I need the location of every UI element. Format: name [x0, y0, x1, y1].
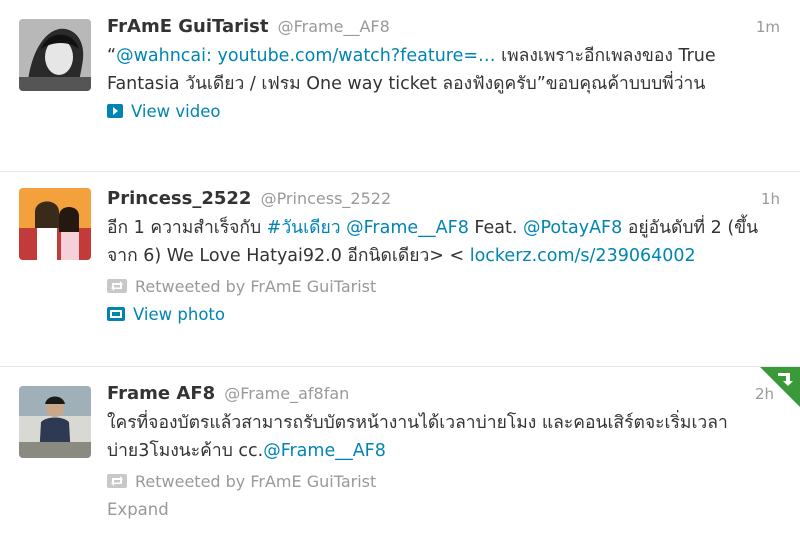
tweet-text-part: อีก 1 ความสำเร็จกับ	[107, 218, 267, 238]
fullname[interactable]: FrAmE GuiTarist	[107, 16, 269, 37]
video-icon	[107, 99, 123, 127]
retweet-context: Retweeted by FrAmE GuiTarist	[107, 273, 780, 301]
username[interactable]: @Frame_af8fan	[224, 384, 349, 403]
tweet-header: FrAmE GuiTarist @Frame__AF8 1m	[107, 14, 780, 40]
tweet-text: “@wahncai: youtube.com/watch?feature=… เ…	[107, 42, 780, 98]
url-link[interactable]: lockerz.com/s/239064002	[470, 246, 696, 266]
retweet-icon	[107, 274, 127, 302]
tweet-header: Frame AF8 @Frame_af8fan 2h	[107, 381, 780, 407]
mention-link[interactable]: @Frame__AF8	[263, 441, 386, 461]
tweet-content: Princess_2522 @Princess_2522 1h อีก 1 คว…	[107, 186, 780, 329]
tweet-header: Princess_2522 @Princess_2522 1h	[107, 186, 780, 212]
tweet-text: ใครที่จองบัตรแล้วสามารถรับบัตรหน้างานได้…	[107, 409, 780, 465]
retweeted-corner-icon	[760, 367, 800, 407]
mention-link[interactable]: @Frame__AF8	[346, 218, 469, 238]
open-quote: “	[107, 46, 117, 66]
retweeted-by[interactable]: Retweeted by FrAmE GuiTarist	[135, 277, 376, 296]
tweet-item[interactable]: FrAmE GuiTarist @Frame__AF8 1m “@wahncai…	[0, 0, 800, 172]
username[interactable]: @Princess_2522	[261, 189, 392, 208]
timeline: FrAmE GuiTarist @Frame__AF8 1m “@wahncai…	[0, 0, 800, 535]
photo-icon	[107, 302, 125, 330]
tweet-link[interactable]: @wahncai: youtube.com/watch?feature=…	[116, 46, 495, 66]
fullname[interactable]: Princess_2522	[107, 188, 251, 209]
timestamp[interactable]: 1m	[756, 14, 780, 40]
hashtag-link[interactable]: #วันเดียว	[267, 218, 341, 238]
view-photo-link[interactable]: View photo	[107, 301, 780, 329]
view-video-label[interactable]: View video	[131, 102, 220, 121]
expand-link[interactable]: Expand	[107, 496, 780, 524]
username[interactable]: @Frame__AF8	[278, 17, 390, 36]
avatar[interactable]	[19, 188, 91, 260]
tweet-content: Frame AF8 @Frame_af8fan 2h ใครที่จองบัตร…	[107, 381, 780, 524]
tweet-text-body: ใครที่จองบัตรแล้วสามารถรับบัตรหน้างานได้…	[107, 413, 728, 461]
view-photo-label[interactable]: View photo	[133, 305, 225, 324]
tweet-item[interactable]: Frame AF8 @Frame_af8fan 2h ใครที่จองบัตร…	[0, 367, 800, 535]
avatar[interactable]	[19, 19, 91, 91]
avatar[interactable]	[19, 386, 91, 458]
retweet-context: Retweeted by FrAmE GuiTarist	[107, 468, 780, 496]
tweet-text: อีก 1 ความสำเร็จกับ #วันเดียว @Frame__AF…	[107, 214, 780, 270]
timestamp[interactable]: 1h	[761, 186, 780, 212]
tweet-item[interactable]: Princess_2522 @Princess_2522 1h อีก 1 คว…	[0, 172, 800, 367]
view-video-link[interactable]: View video	[107, 98, 780, 126]
tweet-text-part: Feat.	[468, 218, 523, 238]
mention-link[interactable]: @PotayAF8	[523, 218, 622, 238]
retweet-icon	[107, 469, 127, 497]
fullname[interactable]: Frame AF8	[107, 383, 215, 404]
tweet-content: FrAmE GuiTarist @Frame__AF8 1m “@wahncai…	[107, 14, 780, 126]
retweeted-by[interactable]: Retweeted by FrAmE GuiTarist	[135, 472, 376, 491]
